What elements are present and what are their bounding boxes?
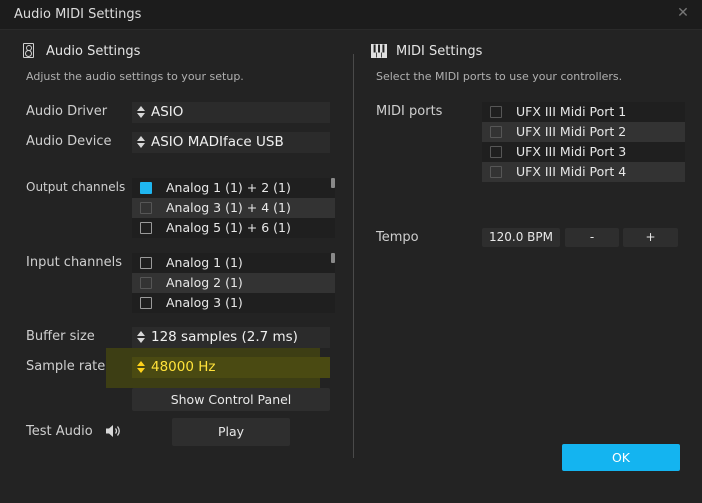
list-item-label: Analog 3 (1) + 4 (1) — [166, 200, 291, 215]
checkbox[interactable] — [490, 146, 502, 158]
tempo-decrease-button[interactable]: - — [565, 228, 619, 247]
audio-device-select[interactable]: ASIO MADIface USB — [132, 132, 330, 153]
list-item-label: UFX III Midi Port 3 — [516, 144, 627, 159]
list-item[interactable]: Analog 3 (1) — [132, 293, 335, 313]
checkbox[interactable] — [140, 202, 152, 214]
list-item-label: UFX III Midi Port 1 — [516, 104, 627, 119]
list-item-label: Analog 1 (1) — [166, 255, 243, 270]
piano-keys-icon — [371, 44, 387, 58]
checkbox[interactable] — [140, 257, 152, 269]
list-item-label: Analog 3 (1) — [166, 295, 243, 310]
show-control-panel-button[interactable]: Show Control Panel — [132, 388, 330, 411]
checkbox[interactable] — [490, 106, 502, 118]
list-item[interactable]: Analog 1 (1) + 2 (1) — [132, 178, 335, 198]
window-title: Audio MIDI Settings — [14, 7, 142, 22]
ok-button[interactable]: OK — [562, 444, 680, 471]
list-item[interactable]: UFX III Midi Port 2 — [482, 122, 685, 142]
updown-arrows-icon — [137, 106, 145, 119]
title-bar: Audio MIDI Settings ✕ — [0, 0, 702, 30]
sample-rate-select[interactable]: 48000 Hz — [132, 357, 330, 378]
checkbox[interactable] — [140, 277, 152, 289]
section-divider — [353, 54, 354, 458]
updown-arrows-icon — [137, 136, 145, 149]
list-item-label: UFX III Midi Port 4 — [516, 164, 627, 179]
audio-settings-title: Audio Settings — [46, 44, 141, 59]
checkbox[interactable] — [140, 297, 152, 309]
list-item[interactable]: Analog 5 (1) + 6 (1) — [132, 218, 335, 238]
list-item-label: Analog 2 (1) — [166, 275, 243, 290]
checkbox-checked[interactable] — [140, 182, 152, 194]
audio-driver-select[interactable]: ASIO — [132, 102, 330, 123]
audio-settings-description: Adjust the audio settings to your setup. — [26, 70, 244, 83]
scrollbar-thumb[interactable] — [331, 178, 335, 188]
audio-driver-value: ASIO — [151, 104, 184, 120]
midi-ports-list[interactable]: UFX III Midi Port 1 UFX III Midi Port 2 … — [482, 102, 685, 182]
close-icon[interactable]: ✕ — [676, 6, 690, 20]
midi-settings-description: Select the MIDI ports to use your contro… — [376, 70, 623, 83]
input-channels-label: Input channels — [26, 255, 123, 270]
tempo-increase-button[interactable]: + — [623, 228, 678, 247]
tempo-value-field[interactable]: 120.0 BPM — [482, 228, 560, 247]
play-button[interactable]: Play — [172, 418, 290, 446]
tempo-label: Tempo — [376, 230, 419, 245]
output-channels-list[interactable]: Analog 1 (1) + 2 (1) Analog 3 (1) + 4 (1… — [132, 178, 335, 238]
list-item[interactable]: UFX III Midi Port 4 — [482, 162, 685, 182]
sample-rate-value: 48000 Hz — [151, 359, 216, 375]
sample-rate-label: Sample rate — [26, 359, 106, 374]
speaker-volume-icon — [106, 425, 120, 437]
checkbox[interactable] — [140, 222, 152, 234]
updown-arrows-icon — [137, 361, 145, 374]
list-item[interactable]: Analog 2 (1) — [132, 273, 335, 293]
midi-ports-label: MIDI ports — [376, 104, 443, 119]
audio-driver-label: Audio Driver — [26, 104, 108, 119]
list-item[interactable]: Analog 1 (1) — [132, 253, 335, 273]
updown-arrows-icon — [137, 331, 145, 344]
audio-device-label: Audio Device — [26, 134, 112, 149]
audio-device-value: ASIO MADIface USB — [151, 134, 284, 150]
checkbox[interactable] — [490, 126, 502, 138]
settings-panel: Audio Settings Adjust the audio settings… — [0, 30, 702, 503]
midi-settings-title: MIDI Settings — [396, 44, 483, 59]
buffer-size-label: Buffer size — [26, 329, 95, 344]
list-item[interactable]: Analog 3 (1) + 4 (1) — [132, 198, 335, 218]
output-channels-label: Output channels — [26, 180, 126, 194]
input-channels-list[interactable]: Analog 1 (1) Analog 2 (1) Analog 3 (1) — [132, 253, 335, 313]
list-item[interactable]: UFX III Midi Port 1 — [482, 102, 685, 122]
list-item-label: UFX III Midi Port 2 — [516, 124, 627, 139]
speaker-icon — [23, 43, 34, 58]
scrollbar-thumb[interactable] — [331, 253, 335, 263]
test-audio-label: Test Audio — [26, 424, 93, 439]
buffer-size-value: 128 samples (2.7 ms) — [151, 329, 298, 345]
list-item[interactable]: UFX III Midi Port 3 — [482, 142, 685, 162]
list-item-label: Analog 5 (1) + 6 (1) — [166, 220, 291, 235]
checkbox[interactable] — [490, 166, 502, 178]
buffer-size-select[interactable]: 128 samples (2.7 ms) — [132, 327, 330, 348]
list-item-label: Analog 1 (1) + 2 (1) — [166, 180, 291, 195]
